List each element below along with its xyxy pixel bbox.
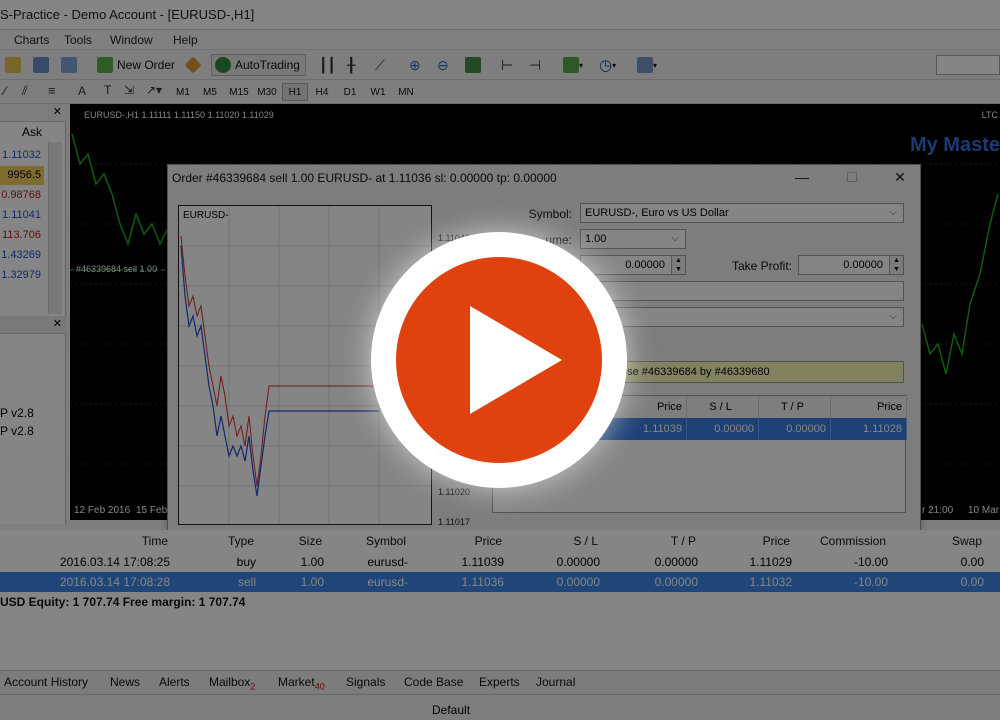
play-icon: [470, 306, 562, 414]
